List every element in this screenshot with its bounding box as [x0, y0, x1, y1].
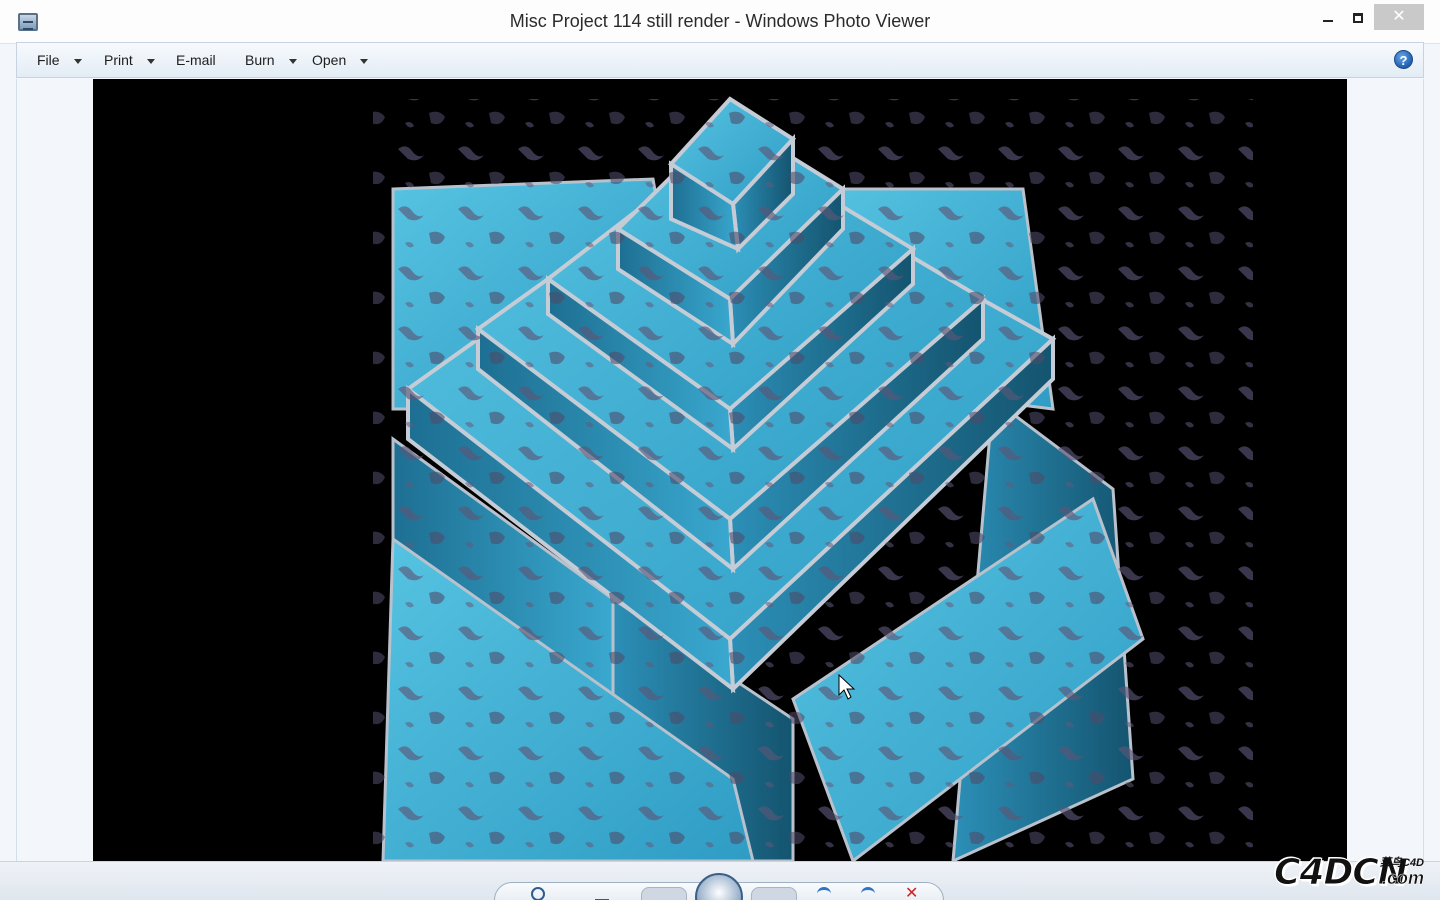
help-button[interactable]: ? — [1394, 50, 1413, 69]
window-title: Misc Project 114 still render - Windows … — [509, 11, 931, 31]
displayed-image[interactable] — [93, 79, 1347, 861]
menu-open[interactable]: Open — [312, 43, 369, 77]
menu-email-label: E-mail — [176, 52, 216, 68]
next-button[interactable] — [751, 887, 797, 900]
close-button[interactable]: ✕ — [1374, 4, 1424, 30]
actual-size-icon[interactable] — [595, 887, 609, 900]
rotate-left-icon[interactable] — [817, 887, 831, 900]
bottom-controls-bar: ✕ — [0, 861, 1440, 900]
navigation-controls: ✕ — [494, 873, 944, 900]
photo-viewer-window: Misc Project 114 still render - Windows … — [0, 0, 1440, 900]
menu-print-label: Print — [104, 52, 133, 68]
menu-burn-label: Burn — [245, 52, 275, 68]
help-icon: ? — [1399, 53, 1408, 68]
menu-print[interactable]: Print — [104, 43, 155, 77]
title-bar[interactable]: Misc Project 114 still render - Windows … — [0, 0, 1440, 44]
watermark-suffix: .com — [1382, 868, 1425, 889]
chevron-down-icon[interactable] — [288, 58, 297, 64]
menu-bar: File Print E-mail Burn Open ? — [16, 42, 1424, 78]
rust-texture — [373, 99, 1253, 861]
maximize-icon — [1353, 13, 1363, 24]
menu-file-label: File — [37, 52, 60, 68]
menu-burn[interactable]: Burn — [245, 43, 297, 77]
previous-button[interactable] — [641, 887, 687, 900]
chevron-down-icon[interactable] — [73, 58, 82, 64]
menu-file[interactable]: File — [37, 43, 82, 77]
minimize-icon — [1323, 20, 1333, 23]
chevron-down-icon[interactable] — [146, 58, 155, 64]
watermark-logo: C4DCN 菜鸟C4D .com — [1268, 848, 1434, 896]
rotate-right-icon[interactable] — [861, 887, 875, 900]
rendered-stepped-pyramid-image — [373, 96, 1253, 861]
chevron-down-icon[interactable] — [360, 58, 369, 64]
zoom-icon[interactable] — [531, 887, 545, 900]
menu-email[interactable]: E-mail — [176, 43, 216, 77]
slideshow-button[interactable] — [695, 873, 743, 900]
close-icon: ✕ — [1392, 8, 1406, 25]
menu-open-label: Open — [312, 52, 347, 68]
delete-icon[interactable]: ✕ — [905, 886, 919, 900]
